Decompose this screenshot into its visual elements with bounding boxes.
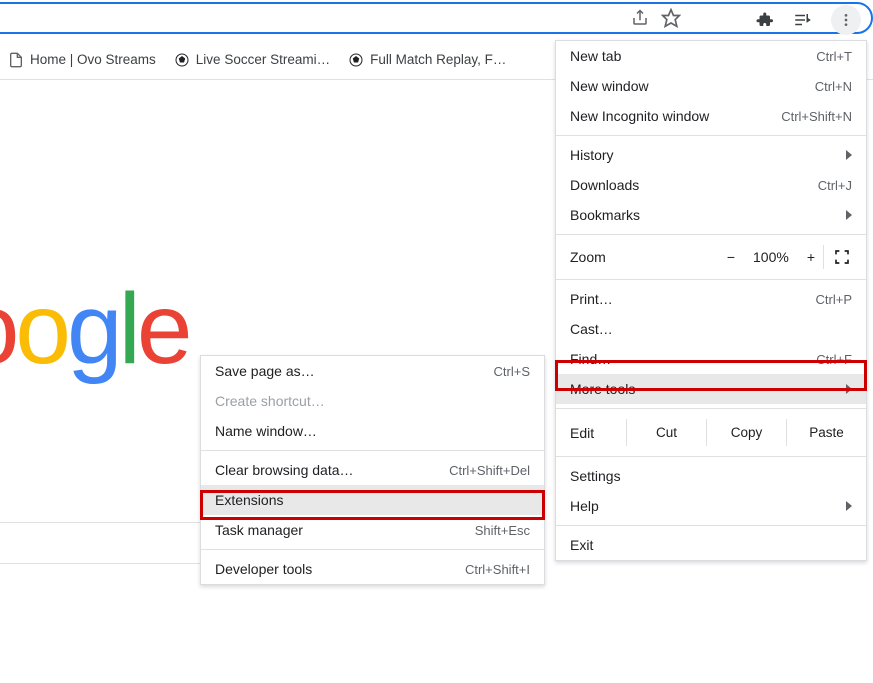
menu-label: Find… [570, 351, 611, 367]
menu-label: Task manager [215, 522, 303, 538]
menu-separator [201, 450, 544, 451]
bookmark-label: Full Match Replay, F… [370, 52, 506, 67]
menu-separator [201, 549, 544, 550]
bookmark-item[interactable]: Live Soccer Streami… [174, 52, 330, 68]
menu-item-help[interactable]: Help [556, 491, 866, 521]
share-icon[interactable] [631, 9, 649, 27]
chevron-right-icon [846, 210, 852, 220]
menu-item-create-shortcut: Create shortcut… [201, 386, 544, 416]
menu-shortcut: Ctrl+S [494, 364, 530, 379]
menu-item-new-incognito[interactable]: New Incognito window Ctrl+Shift+N [556, 101, 866, 131]
menu-label: Bookmarks [570, 207, 640, 223]
bookmark-item[interactable]: Home | Ovo Streams [8, 52, 156, 68]
menu-shortcut: Ctrl+J [818, 178, 852, 193]
toolbar [0, 0, 873, 38]
file-icon [8, 52, 24, 68]
fullscreen-button[interactable] [823, 245, 860, 269]
menu-label: Create shortcut… [215, 393, 325, 409]
chevron-right-icon [846, 501, 852, 511]
menu-separator [556, 234, 866, 235]
menu-item-print[interactable]: Print… Ctrl+P [556, 284, 866, 314]
menu-label: Zoom [570, 249, 606, 265]
zoom-value: 100% [753, 249, 789, 265]
menu-label: New tab [570, 48, 621, 64]
menu-item-new-window[interactable]: New window Ctrl+N [556, 71, 866, 101]
menu-item-downloads[interactable]: Downloads Ctrl+J [556, 170, 866, 200]
menu-label: New window [570, 78, 649, 94]
menu-separator [556, 525, 866, 526]
chrome-main-menu: New tab Ctrl+T New window Ctrl+N New Incog… [555, 40, 867, 561]
menu-label: Save page as… [215, 363, 315, 379]
cut-button[interactable]: Cut [626, 419, 706, 446]
menu-separator [556, 456, 866, 457]
menu-label: Settings [570, 468, 621, 484]
soccer-icon [348, 52, 364, 68]
menu-item-clear-browsing-data[interactable]: Clear browsing data… Ctrl+Shift+Del [201, 455, 544, 485]
menu-item-cast[interactable]: Cast… [556, 314, 866, 344]
menu-item-new-tab[interactable]: New tab Ctrl+T [556, 41, 866, 71]
menu-item-task-manager[interactable]: Task manager Shift+Esc [201, 515, 544, 545]
menu-item-bookmarks[interactable]: Bookmarks [556, 200, 866, 230]
menu-shortcut: Ctrl+T [816, 49, 852, 64]
menu-shortcut: Ctrl+Shift+I [465, 562, 530, 577]
menu-shortcut: Ctrl+Shift+N [781, 109, 852, 124]
zoom-out-button[interactable]: − [727, 249, 735, 265]
menu-item-history[interactable]: History [556, 140, 866, 170]
menu-item-settings[interactable]: Settings [556, 461, 866, 491]
bookmark-label: Live Soccer Streami… [196, 52, 330, 67]
menu-item-more-tools[interactable]: More tools [556, 374, 866, 404]
more-tools-submenu: Save page as… Ctrl+S Create shortcut… Nam… [200, 355, 545, 585]
chevron-right-icon [846, 384, 852, 394]
menu-label: Print… [570, 291, 613, 307]
menu-shortcut: Shift+Esc [475, 523, 530, 538]
menu-label: More tools [570, 381, 635, 397]
reading-list-icon[interactable] [793, 11, 811, 29]
star-icon[interactable] [661, 8, 681, 28]
address-bar[interactable] [0, 2, 873, 34]
menu-item-save-page-as[interactable]: Save page as… Ctrl+S [201, 356, 544, 386]
menu-shortcut: Ctrl+P [816, 292, 852, 307]
kebab-menu-icon[interactable] [831, 5, 861, 35]
paste-button[interactable]: Paste [786, 419, 866, 446]
soccer-icon [174, 52, 190, 68]
menu-label: New Incognito window [570, 108, 709, 124]
menu-item-developer-tools[interactable]: Developer tools Ctrl+Shift+I [201, 554, 544, 584]
menu-separator [556, 408, 866, 409]
bookmark-item[interactable]: Full Match Replay, F… [348, 52, 506, 68]
menu-separator [556, 279, 866, 280]
menu-item-exit[interactable]: Exit [556, 530, 866, 560]
menu-label: Exit [570, 537, 593, 553]
menu-shortcut: Ctrl+N [815, 79, 852, 94]
menu-shortcut: Ctrl+Shift+Del [449, 463, 530, 478]
menu-label: Edit [570, 425, 626, 441]
menu-separator [556, 135, 866, 136]
google-logo: Google [0, 272, 189, 387]
chevron-right-icon [846, 150, 852, 160]
menu-label: Help [570, 498, 599, 514]
bookmark-label: Home | Ovo Streams [30, 52, 156, 67]
menu-label: Clear browsing data… [215, 462, 354, 478]
menu-label: Developer tools [215, 561, 312, 577]
copy-button[interactable]: Copy [706, 419, 786, 446]
menu-item-find[interactable]: Find… Ctrl+F [556, 344, 866, 374]
menu-label: Downloads [570, 177, 639, 193]
menu-label: Extensions [215, 492, 283, 508]
extensions-icon[interactable] [755, 11, 773, 29]
menu-label: Cast… [570, 321, 613, 337]
menu-label: History [570, 147, 614, 163]
menu-label: Name window… [215, 423, 317, 439]
menu-item-extensions[interactable]: Extensions [201, 485, 544, 515]
menu-item-name-window[interactable]: Name window… [201, 416, 544, 446]
menu-item-edit: Edit Cut Copy Paste [556, 413, 866, 452]
menu-shortcut: Ctrl+F [816, 352, 852, 367]
zoom-in-button[interactable]: + [807, 249, 815, 265]
menu-item-zoom: Zoom − 100% + [556, 239, 866, 275]
